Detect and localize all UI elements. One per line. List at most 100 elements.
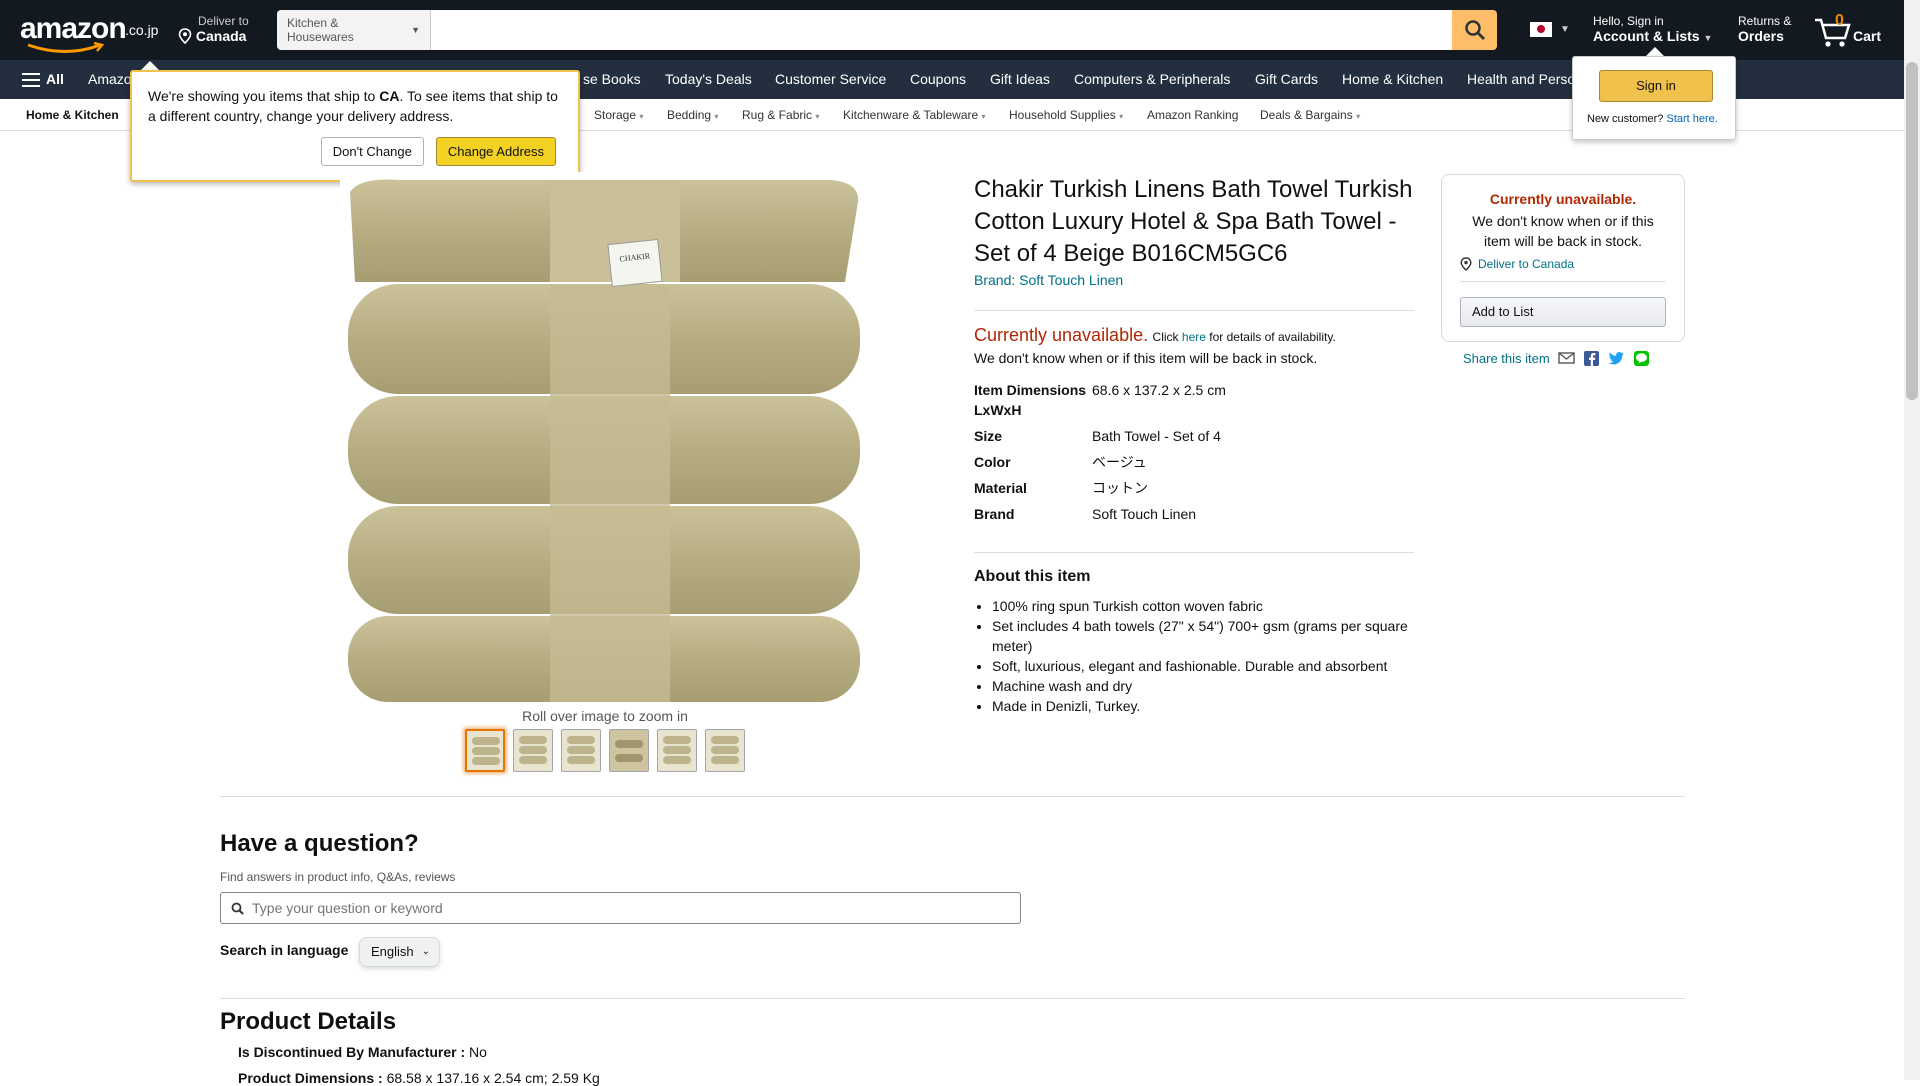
buy-box: Currently unavailable. We don't know whe… <box>1441 174 1685 342</box>
search-button[interactable] <box>1452 10 1497 50</box>
list-item: Machine wash and dry <box>992 676 1412 696</box>
nav-item[interactable]: Coupons <box>910 60 966 99</box>
question-subtitle: Find answers in product info, Q&As, revi… <box>220 870 456 884</box>
list-item: Soft, luxurious, elegant and fashionable… <box>992 656 1412 676</box>
nav-item[interactable]: Gift Cards <box>1255 60 1318 99</box>
spec-row: Color ベージュ <box>974 454 1147 470</box>
signin-flyout-arrow <box>1646 47 1664 56</box>
hamburger-icon <box>22 72 40 87</box>
detail-row: Product Dimensions : 68.58 x 137.16 x 2.… <box>238 1070 600 1086</box>
top-nav: amazon .co.jp Deliver to Canada Kitchen … <box>0 0 1920 60</box>
thumbnail-strip <box>465 729 745 772</box>
search-bar: Kitchen & Housewares ▼ <box>277 10 1497 50</box>
sub-nav-item[interactable]: Rug & Fabric ▾ <box>742 99 819 131</box>
account-lists-button[interactable]: Hello, Sign in Account & Lists ▼ <box>1593 14 1712 44</box>
caret-down-icon: ▼ <box>1703 33 1713 43</box>
nav-item[interactable]: Home & Kitchen <box>1342 60 1443 99</box>
search-icon <box>1464 20 1485 40</box>
facebook-icon[interactable] <box>1583 350 1600 366</box>
line-icon[interactable] <box>1633 350 1650 366</box>
sub-nav-item[interactable]: Kitchenware & Tableware ▾ <box>843 99 986 131</box>
location-pin-icon <box>1460 257 1472 271</box>
share-row: Share this item <box>1463 350 1650 366</box>
dont-change-button[interactable]: Don't Change <box>320 137 424 166</box>
thumbnail[interactable] <box>705 729 745 772</box>
divider <box>974 552 1414 553</box>
list-item: 100% ring spun Turkish cotton woven fabr… <box>992 596 1412 616</box>
amazon-logo[interactable]: amazon .co.jp <box>20 12 158 53</box>
caret-down-icon: ▼ <box>1560 24 1570 35</box>
chevron-down-icon: ▾ <box>714 112 719 121</box>
question-input[interactable] <box>252 900 1012 916</box>
about-heading: About this item <box>974 568 1091 585</box>
chevron-down-icon: ▾ <box>1119 112 1124 121</box>
email-icon[interactable] <box>1558 350 1575 366</box>
twitter-icon[interactable] <box>1608 350 1625 366</box>
sub-nav-item[interactable]: Amazon Ranking <box>1147 99 1238 131</box>
question-heading: Have a question? <box>220 830 419 857</box>
change-address-button[interactable]: Change Address <box>435 137 556 166</box>
zoom-hint: Roll over image to zoom in <box>522 708 688 724</box>
nav-item[interactable]: se Books <box>583 60 641 99</box>
caret-down-icon: ▼ <box>411 25 420 35</box>
thumbnail[interactable] <box>561 729 601 772</box>
deliver-country: Canada <box>195 28 247 44</box>
divider <box>974 310 1414 311</box>
nav-item[interactable]: Today's Deals <box>665 60 752 99</box>
deliver-to-link[interactable]: Deliver to Canada <box>1460 257 1574 271</box>
nav-item[interactable]: Computers & Peripherals <box>1074 60 1230 99</box>
question-search-box <box>220 892 1021 924</box>
buybox-text: We don't know when or if this item will … <box>1472 213 1654 249</box>
list-item: Made in Denizli, Turkey. <box>992 696 1412 716</box>
sub-nav-item[interactable]: Deals & Bargains ▾ <box>1260 99 1360 131</box>
location-pin-icon <box>178 28 192 45</box>
start-here-link[interactable]: Start here. <box>1666 113 1717 125</box>
sub-nav-item[interactable]: Bedding ▾ <box>667 99 718 131</box>
nav-item[interactable]: Customer Service <box>775 60 886 99</box>
returns-orders-button[interactable]: Returns & Orders <box>1738 14 1791 44</box>
nav-item[interactable]: Health and Perso <box>1467 60 1575 99</box>
nav-item[interactable]: Gift Ideas <box>990 60 1050 99</box>
spec-row: Size Bath Towel - Set of 4 <box>974 428 1221 444</box>
sub-nav-item[interactable]: Household Supplies ▾ <box>1009 99 1123 131</box>
sign-in-button[interactable]: Sign in <box>1599 70 1713 102</box>
spec-row: Brand Soft Touch Linen <box>974 506 1197 522</box>
spec-row: Material コットン <box>974 480 1148 496</box>
share-label: Share this item <box>1463 350 1550 366</box>
deliver-to-button[interactable]: Deliver to Canada <box>176 14 266 45</box>
thumbnail[interactable] <box>657 729 697 772</box>
scrollbar-thumb[interactable] <box>1906 62 1918 400</box>
add-to-list-button[interactable]: Add to List <box>1460 297 1666 327</box>
language-label: Search in language <box>220 942 349 958</box>
all-menu-button[interactable]: All <box>22 60 64 99</box>
popover-message: We're showing you items that ship to CA.… <box>148 88 558 124</box>
thumbnail[interactable] <box>513 729 553 772</box>
chevron-down-icon: ▾ <box>815 112 820 121</box>
sub-nav-item[interactable]: Storage ▾ <box>594 99 643 131</box>
product-main-image[interactable]: CHAKIR <box>340 172 870 707</box>
availability-here-link[interactable]: here <box>1182 330 1206 344</box>
detail-row: Is Discontinued By Manufacturer : No <box>238 1044 487 1060</box>
thumbnail[interactable] <box>609 729 649 772</box>
cart-label: Cart <box>1853 28 1882 44</box>
search-category-dropdown[interactable]: Kitchen & Housewares ▼ <box>277 10 431 50</box>
cart-button[interactable]: 0 Cart <box>1813 10 1883 50</box>
search-input[interactable] <box>431 10 1452 50</box>
cart-icon <box>1815 18 1851 47</box>
thumbnail[interactable] <box>465 729 505 772</box>
section-divider <box>220 998 1685 999</box>
chevron-down-icon: ⌄ <box>421 946 430 957</box>
smile-arrow-icon <box>27 42 105 53</box>
chevron-down-icon: ▾ <box>981 112 986 121</box>
ship-to-popover: We're showing you items that ship to CA.… <box>130 70 580 182</box>
sub-nav-home[interactable]: Home & Kitchen <box>26 99 119 131</box>
search-icon <box>231 902 244 915</box>
chevron-down-icon: ▾ <box>1356 112 1361 121</box>
spec-row: Item Dimensions LxWxH 68.6 x 137.2 x 2.5 … <box>974 382 1226 418</box>
divider <box>1460 281 1666 282</box>
spec-table: Item Dimensions LxWxH 68.6 x 137.2 x 2.5 … <box>974 380 1414 530</box>
buybox-status: Currently unavailable. <box>1489 191 1637 207</box>
brand-link[interactable]: Brand: Soft Touch Linen <box>974 272 1123 288</box>
language-select[interactable]: English ⌄ <box>359 937 440 967</box>
language-selector[interactable]: ▼ <box>1530 22 1570 37</box>
